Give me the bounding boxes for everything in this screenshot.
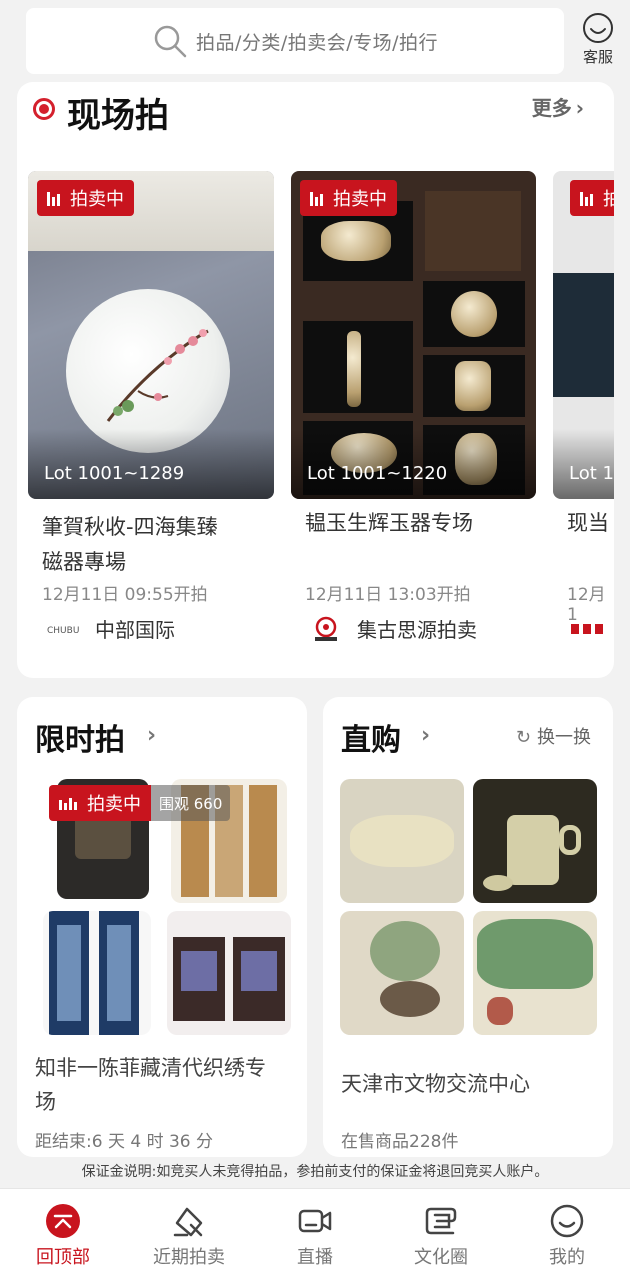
auction-status-badge: 拍卖中 xyxy=(300,180,397,216)
chevron-right-icon[interactable]: › xyxy=(421,723,430,748)
search-icon xyxy=(154,25,187,58)
plum-blossom-art xyxy=(106,329,209,422)
refresh-icon: ↻ xyxy=(515,727,531,748)
viewer-count: 围观 660 xyxy=(151,785,231,821)
item-count: 在售商品228件 xyxy=(341,1132,459,1152)
auction-house[interactable]: CHUBU 中部国际 xyxy=(47,614,175,643)
auction-hammer-icon xyxy=(173,1207,203,1237)
lot-range-label: Lot 1001~1289 xyxy=(28,429,274,499)
lot-title[interactable]: 筆賀秋收-四海集臻 磁器專場 xyxy=(42,510,218,580)
direct-purchase-section[interactable]: 直购 › ↻ 换一换 天津市文物交流中心 在售商品228件 xyxy=(323,697,613,1157)
seller-name[interactable]: 天津市文物交流中心 xyxy=(341,1067,530,1101)
live-record-icon xyxy=(33,98,55,120)
customer-service-label: 客服 xyxy=(582,48,613,66)
video-camera-icon xyxy=(298,1209,332,1233)
auction-house-logo-icon: CHUBU xyxy=(47,626,79,636)
lot-card-image[interactable]: 拍 Lot 1 xyxy=(553,171,614,499)
lot-title[interactable]: 韫玉生辉玉器专场 xyxy=(305,506,473,541)
jade-item-image xyxy=(321,221,391,261)
nav-live[interactable]: 直播 xyxy=(252,1189,378,1280)
nav-profile[interactable]: 我的 xyxy=(504,1189,630,1280)
live-bars-icon xyxy=(580,190,593,206)
framed-panels-image xyxy=(43,911,151,1035)
jade-teapot-image[interactable] xyxy=(473,779,597,903)
deposit-notice: 保证金说明:如竞买人未竞得拍品，参拍前支付的保证金将退回竞买人账户。 xyxy=(0,1157,630,1187)
search-placeholder: 拍品/分类/拍卖会/专场/拍行 xyxy=(195,31,439,54)
top-bar: 拍品/分类/拍卖会/专场/拍行 客服 xyxy=(0,0,630,82)
lot-card-image[interactable]: 拍卖中 Lot 1001~1220 xyxy=(291,171,536,499)
limited-session-title[interactable]: 知非一陈菲藏清代织绣专 场 xyxy=(35,1051,266,1119)
lot-card-image[interactable]: 拍卖中 Lot 1001~1289 xyxy=(28,171,274,499)
auction-status-badge: 拍 xyxy=(570,180,614,216)
svg-text:CHUBU: CHUBU xyxy=(47,626,79,636)
chevron-right-icon[interactable]: › xyxy=(147,723,156,748)
auction-house-logo-icon xyxy=(571,624,603,634)
live-auction-header: 现场拍 更多 › xyxy=(17,82,614,142)
modern-art-poster xyxy=(553,273,614,397)
direct-purchase-title: 直购 xyxy=(341,723,401,758)
customer-service-button[interactable]: 客服 xyxy=(574,12,622,68)
nav-recent-auctions[interactable]: 近期拍卖 xyxy=(126,1189,252,1280)
jade-disc-image xyxy=(451,291,497,337)
refresh-button[interactable]: ↻ 换一换 xyxy=(516,723,591,749)
bird-painting-image[interactable] xyxy=(340,911,464,1035)
auction-house-logo-icon xyxy=(315,616,337,641)
lot-start-time: 12月11日 13:03开拍 xyxy=(305,585,471,605)
limited-time-title: 限时拍 xyxy=(35,723,125,758)
framed-squares-image xyxy=(167,911,291,1035)
live-auction-title: 现场拍 xyxy=(67,96,169,136)
nav-back-to-top[interactable]: 回顶部 xyxy=(0,1189,126,1280)
limited-status-badge: 拍卖中 围观 660 xyxy=(49,785,231,821)
more-label: 更多 xyxy=(531,96,572,120)
live-bars-icon xyxy=(310,190,323,206)
live-bars-icon xyxy=(59,796,77,810)
back-to-top-icon xyxy=(46,1204,80,1238)
auction-status-badge: 拍卖中 xyxy=(37,180,134,216)
jade-pendant-image xyxy=(347,331,361,407)
culture-circle-icon xyxy=(425,1207,457,1235)
jade-carving-image[interactable] xyxy=(340,779,464,903)
live-auction-section: 现场拍 更多 › 拍卖中 Lot 1001~1289 筆賀秋收-四海集臻 磁器專場… xyxy=(17,82,614,678)
jade-vessel-image xyxy=(455,361,491,411)
countdown-text: 距结束:6 天 4 时 36 分 xyxy=(35,1132,214,1152)
lot-range-label: Lot 1 xyxy=(553,429,614,499)
auction-house[interactable]: 集古思源拍卖 xyxy=(309,614,477,643)
search-bar[interactable]: 拍品/分类/拍卖会/专场/拍行 xyxy=(26,8,564,74)
lot-start-time: 12月11日 09:55开拍 xyxy=(42,585,208,605)
landscape-painting-image[interactable] xyxy=(473,911,597,1035)
nav-culture-circle[interactable]: 文化圈 xyxy=(378,1189,504,1280)
lot-title[interactable]: 现当 xyxy=(567,506,609,541)
catalog-title-panel xyxy=(425,191,521,271)
more-link[interactable]: 更多 › xyxy=(532,92,584,121)
limited-time-section[interactable]: 限时拍 › 拍卖中 围观 660 知非一陈菲藏清代织绣专 场 距结束:6 天 4… xyxy=(17,697,307,1157)
lot-range-label: Lot 1001~1220 xyxy=(291,429,536,499)
lot-start-time: 12月1 xyxy=(567,585,606,625)
chevron-right-icon: › xyxy=(575,96,584,120)
live-bars-icon xyxy=(47,190,60,206)
customer-service-icon xyxy=(583,13,613,43)
bottom-nav: 回顶部 近期拍卖 直播 文化圈 我的 xyxy=(0,1188,630,1280)
profile-icon xyxy=(550,1204,584,1238)
